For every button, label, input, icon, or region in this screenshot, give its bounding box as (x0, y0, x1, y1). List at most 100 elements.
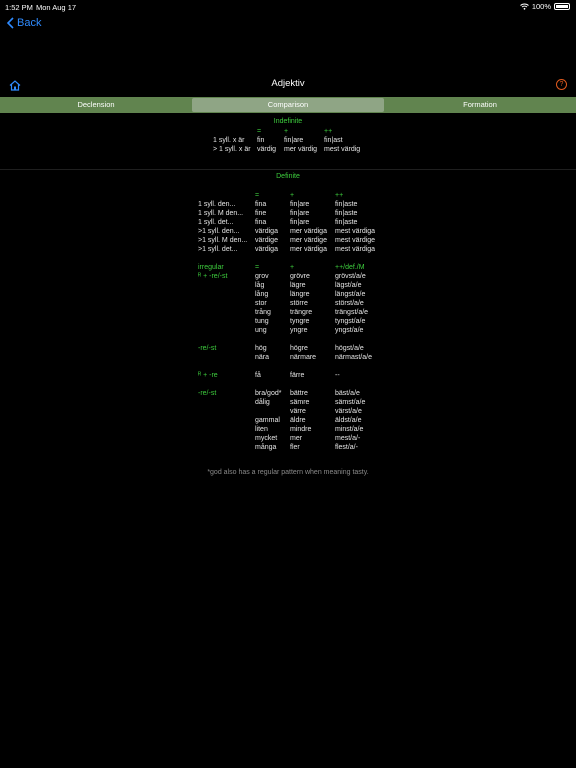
irr-cell: yngre (290, 327, 308, 334)
def-cell: mest värdiga (335, 246, 376, 253)
status-right: 100% (519, 2, 570, 11)
irr-cell: större (290, 300, 308, 307)
indef-cell: mest värdig (324, 146, 361, 153)
def-row-label: >1 syll. det... (198, 246, 238, 253)
irr-cell: många (255, 444, 277, 451)
irr-cell: sämre (290, 399, 310, 406)
back-button[interactable]: Back (7, 17, 41, 29)
irr-cell: trängst/a/e (335, 309, 369, 316)
irr-group-label: ᴿ + -re/-st (198, 273, 228, 280)
irr-cell: grövst/a/e (335, 273, 366, 280)
irr-cell: trång (255, 309, 271, 316)
status-bar: 1:52 PM Mon Aug 17 100% (0, 0, 576, 14)
def-cell: fine (255, 210, 267, 217)
indef-cell: mer värdig (284, 146, 318, 153)
irr-group-label: ᴿ + -re (198, 372, 218, 379)
irr-header-plusplus: ++/def./M (335, 264, 365, 271)
irr-cell: bäst/a/e (335, 390, 360, 397)
back-label: Back (17, 17, 42, 29)
def-cell: fin|are (290, 219, 310, 226)
irr-cell: färre (290, 372, 305, 379)
chevron-left-icon (7, 17, 14, 29)
irr-cell: hög (255, 345, 267, 352)
irr-cell: värst/a/e (335, 408, 362, 415)
def-cell: värdiga (255, 246, 278, 253)
def-cell: fin|aste (335, 201, 358, 208)
irr-cell: mycket (255, 435, 278, 442)
irr-cell: minst/a/e (335, 426, 364, 433)
irr-cell: mer (290, 435, 303, 442)
tab-comparison[interactable]: Comparison (192, 98, 384, 112)
irr-cell: yngst/a/e (335, 327, 364, 334)
def-cell: värdige (255, 237, 278, 244)
irr-cell: längre (290, 291, 310, 298)
def-cell: fin|are (290, 201, 310, 208)
irr-cell: låg (255, 282, 265, 289)
irr-cell: få (255, 372, 261, 379)
irr-cell: ung (255, 327, 267, 334)
def-cell: mer värdiga (290, 246, 327, 253)
def-cell: mest värdiga (335, 228, 376, 235)
irr-cell: gammal (255, 417, 280, 424)
def-row-label: 1 syll. det... (198, 219, 234, 226)
def-cell: mer värdige (290, 237, 327, 244)
indef-cell: fin (257, 137, 265, 144)
def-cell: fin|aste (335, 219, 358, 226)
irr-cell: tyngre (290, 318, 310, 325)
def-row-label: >1 syll. den... (198, 228, 240, 235)
indef-row-label: > 1 syll. x är (213, 146, 251, 153)
irr-cell: störst/a/e (335, 300, 364, 307)
irr-group-label: -re/-st (198, 345, 217, 352)
irr-cell: bättre (290, 390, 308, 397)
irr-header-plus: + (290, 264, 295, 271)
irr-cell: fler (290, 444, 300, 451)
indefinite-heading: Indefinite (273, 118, 303, 125)
irr-cell: sämst/a/e (335, 399, 366, 406)
footnote: *god also has a regular pattern when mea… (207, 469, 369, 476)
tab-formation[interactable]: Formation (384, 97, 576, 113)
irr-cell: närmast/a/e (335, 354, 372, 361)
irr-cell: grövre (290, 273, 310, 280)
irr-cell: lägre (290, 282, 306, 289)
def-cell: fin|are (290, 210, 310, 217)
irr-cell: högst/a/e (335, 345, 364, 352)
irr-cell: tung (255, 318, 269, 325)
def-cell: fina (255, 219, 267, 226)
segmented-tabs: Declension Comparison Formation (0, 97, 576, 113)
irr-cell: tyngst/a/e (335, 318, 366, 325)
irr-cell: liten (255, 426, 268, 433)
irr-cell: mest/a/- (335, 435, 361, 442)
irr-cell: närmare (290, 354, 317, 361)
def-header-eq: = (255, 192, 260, 199)
tab-declension[interactable]: Declension (0, 97, 192, 113)
irr-cell: högre (290, 345, 308, 352)
indef-header-plusplus: ++ (324, 128, 333, 135)
irr-header-eq: = (255, 264, 260, 271)
irr-cell: flest/a/- (335, 444, 358, 451)
page-title: Adjektiv (271, 78, 305, 89)
help-button[interactable]: ? (556, 79, 567, 90)
definite-heading: Definite (276, 173, 300, 180)
def-row-label: >1 syll. M den... (198, 237, 248, 244)
irr-cell: värre (290, 408, 306, 415)
def-cell: mer värdiga (290, 228, 327, 235)
irr-cell: trängre (290, 309, 313, 316)
def-cell: fin|aste (335, 210, 358, 217)
irr-cell: lägst/a/e (335, 282, 362, 289)
irregular-label: irregular (198, 264, 224, 271)
indef-row-label: 1 syll. x är (213, 137, 245, 144)
irr-cell: -- (335, 372, 340, 379)
indef-cell: fin|ast (324, 137, 343, 144)
indef-cell: fin|are (284, 137, 304, 144)
def-cell: mest värdige (335, 237, 376, 244)
indef-header-eq: = (257, 128, 262, 135)
irr-cell: nära (255, 354, 270, 361)
irr-cell: längst/a/e (335, 291, 366, 298)
irr-cell: dålig (255, 399, 270, 406)
def-cell: fina (255, 201, 267, 208)
irr-cell: äldre (290, 417, 306, 424)
def-row-label: 1 syll. den... (198, 201, 236, 208)
status-date: Mon Aug 17 (36, 3, 77, 12)
irr-cell: grov (255, 273, 269, 280)
indef-cell: värdig (257, 146, 277, 153)
